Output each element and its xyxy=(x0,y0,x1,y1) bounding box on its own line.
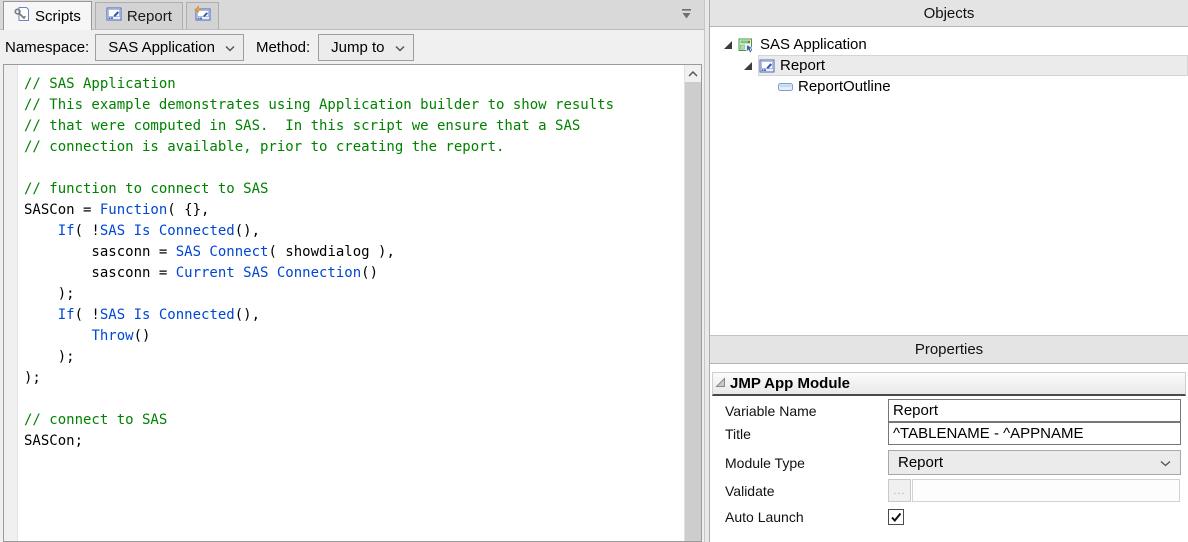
module-type-select[interactable]: Report xyxy=(888,450,1181,475)
tree-item-label: SAS Application xyxy=(760,36,867,53)
objects-panel-header: Objects xyxy=(710,0,1188,27)
tab-scripts[interactable]: Scripts xyxy=(3,1,92,30)
title-input[interactable] xyxy=(888,422,1181,445)
scroll-up-icon[interactable] xyxy=(685,65,701,82)
script-toolbar: Namespace: SAS Application Method: Jump … xyxy=(0,30,704,64)
property-row-variable-name: Variable Name xyxy=(712,399,1186,422)
editor-scrollbar[interactable] xyxy=(684,65,701,541)
method-label: Method: xyxy=(256,39,310,56)
sas-application-icon xyxy=(738,37,755,53)
tab-report[interactable]: Report xyxy=(95,2,183,29)
auto-launch-checkbox[interactable] xyxy=(888,509,904,525)
validate-label: Validate xyxy=(725,483,888,499)
method-dropdown[interactable]: Jump to xyxy=(318,34,413,61)
tree-item-report[interactable]: Report xyxy=(710,55,1188,76)
module-type-value: Report xyxy=(898,454,943,471)
selected-row-highlight: Report xyxy=(758,55,1188,76)
namespace-label: Namespace: xyxy=(5,39,89,56)
expander-icon[interactable] xyxy=(718,40,738,50)
outline-box-icon xyxy=(778,82,793,92)
auto-launch-label: Auto Launch xyxy=(725,509,888,525)
tab-bar: Scripts Report xyxy=(0,0,704,30)
objects-title: Objects xyxy=(924,5,975,22)
section-title: JMP App Module xyxy=(730,375,850,392)
properties-panel-header: Properties xyxy=(710,335,1188,364)
editor-gutter xyxy=(4,65,18,541)
tab-scripts-label: Scripts xyxy=(35,8,81,25)
script-page-icon xyxy=(14,6,30,26)
tree-item-sas-application[interactable]: SAS Application xyxy=(710,34,1188,55)
namespace-dropdown[interactable]: SAS Application xyxy=(95,34,244,61)
namespace-dropdown-value: SAS Application xyxy=(108,39,215,56)
expander-icon[interactable] xyxy=(738,61,758,71)
property-row-validate: Validate ... xyxy=(712,479,1186,502)
tab-report-label: Report xyxy=(127,8,172,25)
properties-body: JMP App Module Variable Name Title Modul… xyxy=(710,364,1188,542)
variable-name-label: Variable Name xyxy=(725,403,888,419)
property-row-auto-launch: Auto Launch xyxy=(712,509,1186,525)
property-row-module-type: Module Type Report xyxy=(712,450,1186,475)
tab-new-module[interactable] xyxy=(186,2,219,29)
variable-name-input[interactable] xyxy=(888,399,1181,422)
app-window: Scripts Report xyxy=(0,0,1188,542)
report-module-icon xyxy=(759,58,775,74)
check-icon xyxy=(890,512,902,523)
new-module-icon xyxy=(194,6,211,26)
chevron-down-icon xyxy=(1160,454,1171,471)
scripts-panel: Scripts Report xyxy=(0,0,704,542)
chevron-down-icon xyxy=(395,39,405,56)
tree-item-reportoutline[interactable]: ReportOutline xyxy=(710,76,1188,97)
validate-input[interactable] xyxy=(912,479,1180,502)
property-row-title: Title xyxy=(712,422,1186,445)
objects-tree: SAS Application xyxy=(710,27,1188,335)
code-content[interactable]: // SAS Application// This example demons… xyxy=(18,65,684,541)
method-dropdown-value: Jump to xyxy=(331,39,384,56)
scrollbar-thumb[interactable] xyxy=(685,82,701,541)
module-type-label: Module Type xyxy=(725,455,888,471)
report-module-icon xyxy=(106,6,122,26)
section-collapse-icon[interactable] xyxy=(715,375,726,392)
tree-item-label: Report xyxy=(780,57,825,74)
validate-browse-button[interactable]: ... xyxy=(888,479,911,502)
tab-overflow-icon[interactable] xyxy=(679,7,694,25)
section-jmp-app-module[interactable]: JMP App Module xyxy=(712,372,1186,396)
tree-item-label: ReportOutline xyxy=(798,78,891,95)
title-label: Title xyxy=(725,426,888,442)
script-editor: // SAS Application// This example demons… xyxy=(3,64,702,542)
properties-title: Properties xyxy=(915,341,983,358)
right-panel: Objects SAS Application xyxy=(710,0,1188,542)
chevron-down-icon xyxy=(225,39,235,56)
